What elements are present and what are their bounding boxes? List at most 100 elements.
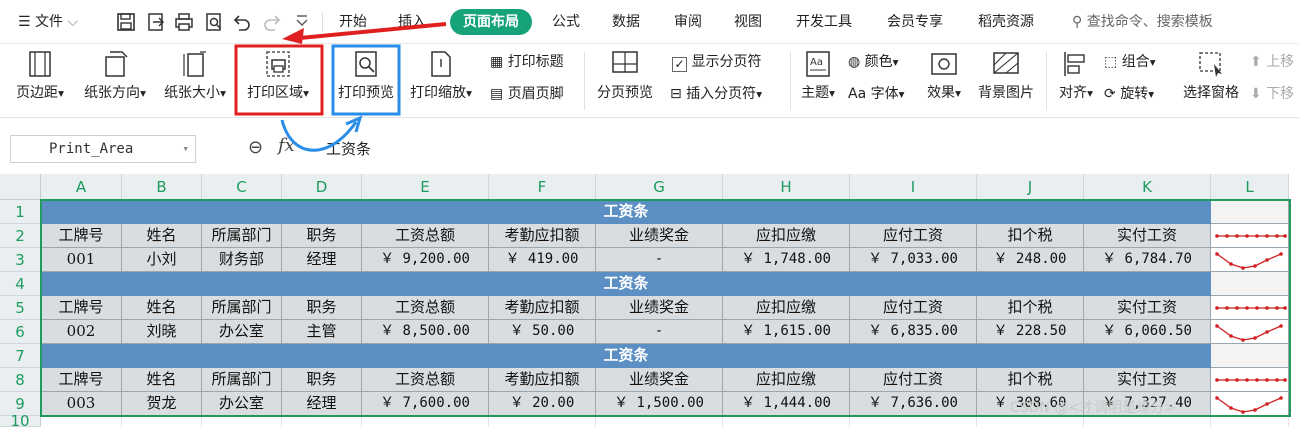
selection-pane-button[interactable]: 选择窗格 (1178, 50, 1244, 102)
tab-insert[interactable]: 插入 (398, 0, 426, 44)
header-cell[interactable]: 业绩奖金 (596, 296, 723, 320)
save-icon[interactable] (116, 12, 136, 32)
data-cell[interactable]: 贺龙 (122, 392, 202, 416)
print-icon[interactable] (174, 12, 194, 32)
font-button[interactable]: Aa 字体▾ (848, 84, 904, 104)
column-header[interactable]: I (850, 174, 977, 200)
fx-icon[interactable]: fx (278, 135, 295, 156)
data-cell[interactable]: ￥ 1,444.00 (723, 392, 850, 416)
tab-formulas[interactable]: 公式 (552, 0, 580, 44)
empty-cell[interactable] (1211, 416, 1289, 427)
background-button[interactable]: 背景图片 (974, 50, 1038, 102)
formula-input[interactable]: 工资条 (318, 135, 1299, 163)
empty-cell[interactable] (1084, 416, 1211, 427)
header-cell[interactable]: 扣个税 (977, 368, 1084, 392)
align-button[interactable]: 对齐▾ (1054, 50, 1098, 102)
empty-cell[interactable] (362, 416, 489, 427)
send-backward-button[interactable]: ⬇ 下移 (1250, 84, 1294, 104)
data-cell[interactable]: - (596, 248, 723, 272)
color-button[interactable]: ◍ 颜色▾ (848, 52, 899, 72)
data-cell[interactable]: ￥ 419.00 (489, 248, 596, 272)
margins-button[interactable]: 页边距▾ (12, 50, 68, 102)
data-cell[interactable]: ￥ 7,600.00 (362, 392, 489, 416)
data-cell[interactable]: 财务部 (202, 248, 282, 272)
header-cell[interactable]: 考勤应扣额 (489, 368, 596, 392)
sparkline-trend[interactable] (1211, 392, 1289, 416)
sparkline-flat[interactable] (1211, 368, 1289, 392)
data-cell[interactable]: 小刘 (122, 248, 202, 272)
data-cell[interactable]: 经理 (282, 392, 362, 416)
row-header[interactable]: 8 (0, 368, 41, 392)
rotate-button[interactable]: ⟳ 旋转▾ (1104, 84, 1154, 104)
data-cell[interactable]: ￥ 6,060.50 (1084, 320, 1211, 344)
show-page-break-checkbox[interactable]: ✓ 显示分页符 (672, 52, 761, 72)
tab-home[interactable]: 开始 (339, 0, 367, 44)
tab-view[interactable]: 视图 (734, 0, 762, 44)
header-cell[interactable]: 应扣应缴 (723, 296, 850, 320)
header-cell[interactable]: 应付工资 (850, 296, 977, 320)
theme-button[interactable]: Aa 主题▾ (798, 50, 838, 102)
header-cell[interactable]: 工牌号 (41, 296, 122, 320)
data-cell[interactable]: 刘晓 (122, 320, 202, 344)
tab-docer[interactable]: 稻壳资源 (978, 0, 1034, 44)
data-cell[interactable]: ￥ 228.50 (977, 320, 1084, 344)
column-header[interactable]: C (202, 174, 282, 200)
header-cell[interactable]: 职务 (282, 296, 362, 320)
data-cell[interactable]: ￥ 7,033.00 (850, 248, 977, 272)
print-preview-button[interactable]: 打印预览 (336, 50, 396, 102)
group-button[interactable]: ⬚ 组合▾ (1104, 52, 1156, 72)
column-header[interactable]: D (282, 174, 362, 200)
column-header[interactable]: E (362, 174, 489, 200)
header-cell[interactable]: 工牌号 (41, 224, 122, 248)
print-preview-icon[interactable] (204, 12, 224, 32)
header-cell[interactable]: 应扣应缴 (723, 368, 850, 392)
empty-cell[interactable] (202, 416, 282, 427)
sheet-title-row[interactable]: 工资条 (41, 344, 1211, 368)
row-header[interactable]: 6 (0, 320, 41, 344)
header-cell[interactable]: 业绩奖金 (596, 368, 723, 392)
effect-button[interactable]: 效果▾ (922, 50, 966, 102)
data-cell[interactable]: - (596, 320, 723, 344)
tab-page-layout[interactable]: 页面布局 (450, 9, 532, 35)
data-cell[interactable]: 办公室 (202, 392, 282, 416)
select-all-corner[interactable] (0, 174, 41, 200)
more-icon[interactable] (292, 12, 312, 32)
print-scale-button[interactable]: 打印缩放▾ (404, 50, 478, 102)
sheet-title-row[interactable]: 工资条 (41, 272, 1211, 296)
empty-cell[interactable] (723, 416, 850, 427)
bring-forward-button[interactable]: ⬆ 上移 (1250, 52, 1294, 72)
header-cell[interactable]: 所属部门 (202, 296, 282, 320)
name-box[interactable]: Print_Area ▾ (10, 135, 196, 163)
paper-size-button[interactable]: 纸张大小▾ (160, 50, 230, 102)
orientation-button[interactable]: 纸张方向▾ (80, 50, 150, 102)
data-cell[interactable]: 003 (41, 392, 122, 416)
data-cell[interactable]: ￥ 248.00 (977, 248, 1084, 272)
data-cell[interactable]: 经理 (282, 248, 362, 272)
data-cell[interactable]: ￥ 6,835.00 (850, 320, 977, 344)
sparkline-flat[interactable] (1211, 296, 1289, 320)
header-cell[interactable]: 扣个税 (977, 296, 1084, 320)
data-cell[interactable]: ￥ 6,784.70 (1084, 248, 1211, 272)
empty-cell[interactable] (850, 416, 977, 427)
empty-cell[interactable] (41, 416, 122, 427)
row-header[interactable]: 7 (0, 344, 41, 368)
header-cell[interactable]: 工资总额 (362, 224, 489, 248)
header-cell[interactable]: 应扣应缴 (723, 224, 850, 248)
header-cell[interactable]: 业绩奖金 (596, 224, 723, 248)
insert-page-break-button[interactable]: ⊟ 插入分页符▾ (670, 84, 762, 104)
data-cell[interactable]: ￥ 1,500.00 (596, 392, 723, 416)
data-cell[interactable]: ￥ 9,200.00 (362, 248, 489, 272)
data-cell[interactable]: ￥ 1,748.00 (723, 248, 850, 272)
data-cell[interactable]: 001 (41, 248, 122, 272)
header-cell[interactable]: 姓名 (122, 224, 202, 248)
column-header[interactable]: F (489, 174, 596, 200)
header-cell[interactable]: 姓名 (122, 296, 202, 320)
sparkline-trend[interactable] (1211, 320, 1289, 344)
header-cell[interactable]: 所属部门 (202, 224, 282, 248)
header-cell[interactable]: 考勤应扣额 (489, 224, 596, 248)
data-cell[interactable]: ￥ 50.00 (489, 320, 596, 344)
header-cell[interactable]: 考勤应扣额 (489, 296, 596, 320)
header-cell[interactable]: 职务 (282, 368, 362, 392)
data-cell[interactable]: 主管 (282, 320, 362, 344)
data-cell[interactable]: 002 (41, 320, 122, 344)
